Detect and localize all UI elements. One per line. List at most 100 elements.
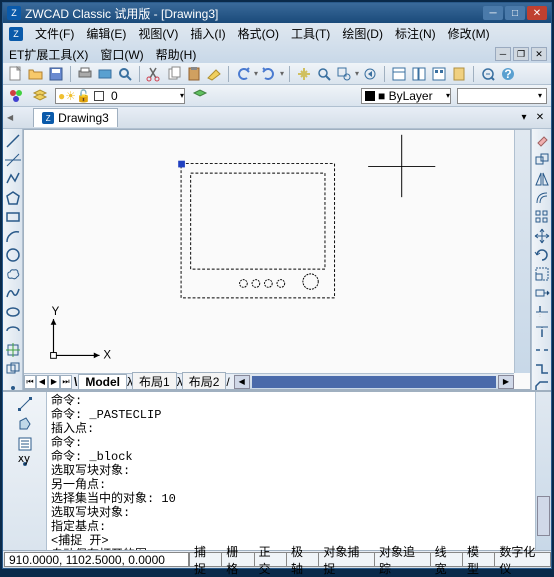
document-tab[interactable]: Z Drawing3 xyxy=(33,108,118,127)
new-file-icon[interactable] xyxy=(7,65,25,83)
minimize-button[interactable]: ─ xyxy=(483,6,503,20)
doc-restore-button[interactable]: ❐ xyxy=(513,47,529,61)
zoom-window-icon[interactable] xyxy=(335,65,353,83)
undo-dropdown-icon[interactable]: ▾ xyxy=(254,69,258,78)
copy-obj-icon[interactable] xyxy=(534,152,550,168)
match-icon[interactable] xyxy=(205,65,223,83)
redo-icon[interactable] xyxy=(260,65,278,83)
circle-icon[interactable] xyxy=(5,247,21,263)
zoom-realtime-icon[interactable] xyxy=(315,65,333,83)
command-vscrollbar[interactable] xyxy=(535,392,551,550)
canvas-vscrollbar[interactable] xyxy=(514,130,530,373)
point-icon[interactable] xyxy=(5,380,21,390)
menu-file[interactable]: 文件(F) xyxy=(35,25,74,42)
color-combo[interactable]: ■ ByLayer ▾ xyxy=(361,88,451,104)
status-otrack[interactable]: 对象追踪 xyxy=(374,552,431,567)
hscroll-right-icon[interactable]: ▶ xyxy=(498,375,514,389)
copy-icon[interactable] xyxy=(165,65,183,83)
linetype-combo[interactable]: ▾ xyxy=(457,88,547,104)
maximize-button[interactable]: □ xyxy=(505,6,525,20)
tool-palette-icon[interactable] xyxy=(430,65,448,83)
tab-prev-icon[interactable]: ◀ xyxy=(36,375,48,389)
tab-dropdown-icon[interactable]: ▾ xyxy=(517,111,531,125)
extend-icon[interactable] xyxy=(534,323,550,339)
redo-dropdown-icon[interactable]: ▾ xyxy=(280,69,284,78)
zoom-previous-icon[interactable] xyxy=(361,65,379,83)
id-icon[interactable]: xy xyxy=(17,456,33,472)
layer-previous-icon[interactable] xyxy=(191,87,209,105)
hscroll-left-icon[interactable]: ◀ xyxy=(234,375,250,389)
menu-help[interactable]: 帮助(H) xyxy=(156,46,197,63)
join-icon[interactable] xyxy=(534,361,550,377)
list-icon[interactable] xyxy=(17,436,33,452)
mirror-icon[interactable] xyxy=(534,171,550,187)
sheet-set-icon[interactable] xyxy=(450,65,468,83)
offset-icon[interactable] xyxy=(534,190,550,206)
menu-insert[interactable]: 插入(I) xyxy=(190,25,225,42)
help-icon[interactable]: ? xyxy=(499,65,517,83)
spline-icon[interactable] xyxy=(5,285,21,301)
properties-icon[interactable] xyxy=(390,65,408,83)
make-block-icon[interactable] xyxy=(5,361,21,377)
ellipse-arc-icon[interactable] xyxy=(5,323,21,339)
trim-icon[interactable] xyxy=(534,304,550,320)
tab-model[interactable]: Model xyxy=(78,374,127,390)
plot-icon[interactable] xyxy=(96,65,114,83)
design-center-icon[interactable] xyxy=(410,65,428,83)
tab-close-icon[interactable]: ✕ xyxy=(533,111,547,125)
move-icon[interactable] xyxy=(534,228,550,244)
status-osnap[interactable]: 对象捕捉 xyxy=(318,552,375,567)
doc-close-button[interactable]: ✕ xyxy=(531,47,547,61)
save-icon[interactable] xyxy=(47,65,65,83)
menu-tools[interactable]: 工具(T) xyxy=(291,25,330,42)
tab-nav-left-icon[interactable]: ◀ xyxy=(7,113,13,122)
undo-icon[interactable] xyxy=(234,65,252,83)
tab-first-icon[interactable]: ⏮ xyxy=(24,375,36,389)
open-file-icon[interactable] xyxy=(27,65,45,83)
break-icon[interactable] xyxy=(534,342,550,358)
canvas-hscrollbar[interactable] xyxy=(252,376,496,388)
arc-icon[interactable] xyxy=(5,228,21,244)
tab-last-icon[interactable]: ⏭ xyxy=(60,375,72,389)
layer-manager-icon[interactable] xyxy=(31,87,49,105)
erase-icon[interactable] xyxy=(534,133,550,149)
tab-layout2[interactable]: 布局2 xyxy=(182,372,227,390)
layer-color-icon[interactable] xyxy=(7,87,25,105)
chamfer-icon[interactable] xyxy=(534,380,550,390)
status-snap[interactable]: 捕捉 xyxy=(189,552,222,567)
menu-view[interactable]: 视图(V) xyxy=(138,25,178,42)
status-grid[interactable]: 栅格 xyxy=(221,552,254,567)
zoom-dropdown-icon[interactable]: ▾ xyxy=(355,69,359,78)
rotate-icon[interactable] xyxy=(534,247,550,263)
menu-dim[interactable]: 标注(N) xyxy=(395,25,436,42)
insert-block-icon[interactable] xyxy=(5,342,21,358)
scale-icon[interactable] xyxy=(534,266,550,282)
dist-icon[interactable] xyxy=(17,396,33,412)
preview-icon[interactable] xyxy=(116,65,134,83)
print-icon[interactable] xyxy=(76,65,94,83)
clean-screen-icon[interactable] xyxy=(479,65,497,83)
cut-icon[interactable] xyxy=(145,65,163,83)
status-model[interactable]: 模型 xyxy=(462,552,495,567)
polyline-icon[interactable] xyxy=(5,171,21,187)
menu-format[interactable]: 格式(O) xyxy=(238,25,279,42)
layer-combo[interactable]: ● ☀ 🔓 0 ▾ xyxy=(55,88,185,104)
status-ortho[interactable]: 正交 xyxy=(254,552,287,567)
coordinate-readout[interactable]: 910.0000, 1102.5000, 0.0000 xyxy=(4,552,189,567)
ellipse-icon[interactable] xyxy=(5,304,21,320)
menu-window[interactable]: 窗口(W) xyxy=(100,46,143,63)
menu-et[interactable]: ET扩展工具(X) xyxy=(9,46,88,63)
area-icon[interactable] xyxy=(17,416,33,432)
xline-icon[interactable] xyxy=(5,152,21,168)
close-button[interactable]: ✕ xyxy=(527,6,547,20)
menu-draw[interactable]: 绘图(D) xyxy=(342,25,383,42)
tab-layout1[interactable]: 布局1 xyxy=(132,372,177,390)
line-icon[interactable] xyxy=(5,133,21,149)
drawing-canvas[interactable]: Y X ⏮ ◀ ▶ ⏭ \ Model λ 布局1 λ 布局2 / xyxy=(23,129,531,390)
status-polar[interactable]: 极轴 xyxy=(286,552,319,567)
doc-minimize-button[interactable]: ─ xyxy=(495,47,511,61)
polygon-icon[interactable] xyxy=(5,190,21,206)
array-icon[interactable] xyxy=(534,209,550,225)
stretch-icon[interactable] xyxy=(534,285,550,301)
status-lwt[interactable]: 线宽 xyxy=(430,552,463,567)
